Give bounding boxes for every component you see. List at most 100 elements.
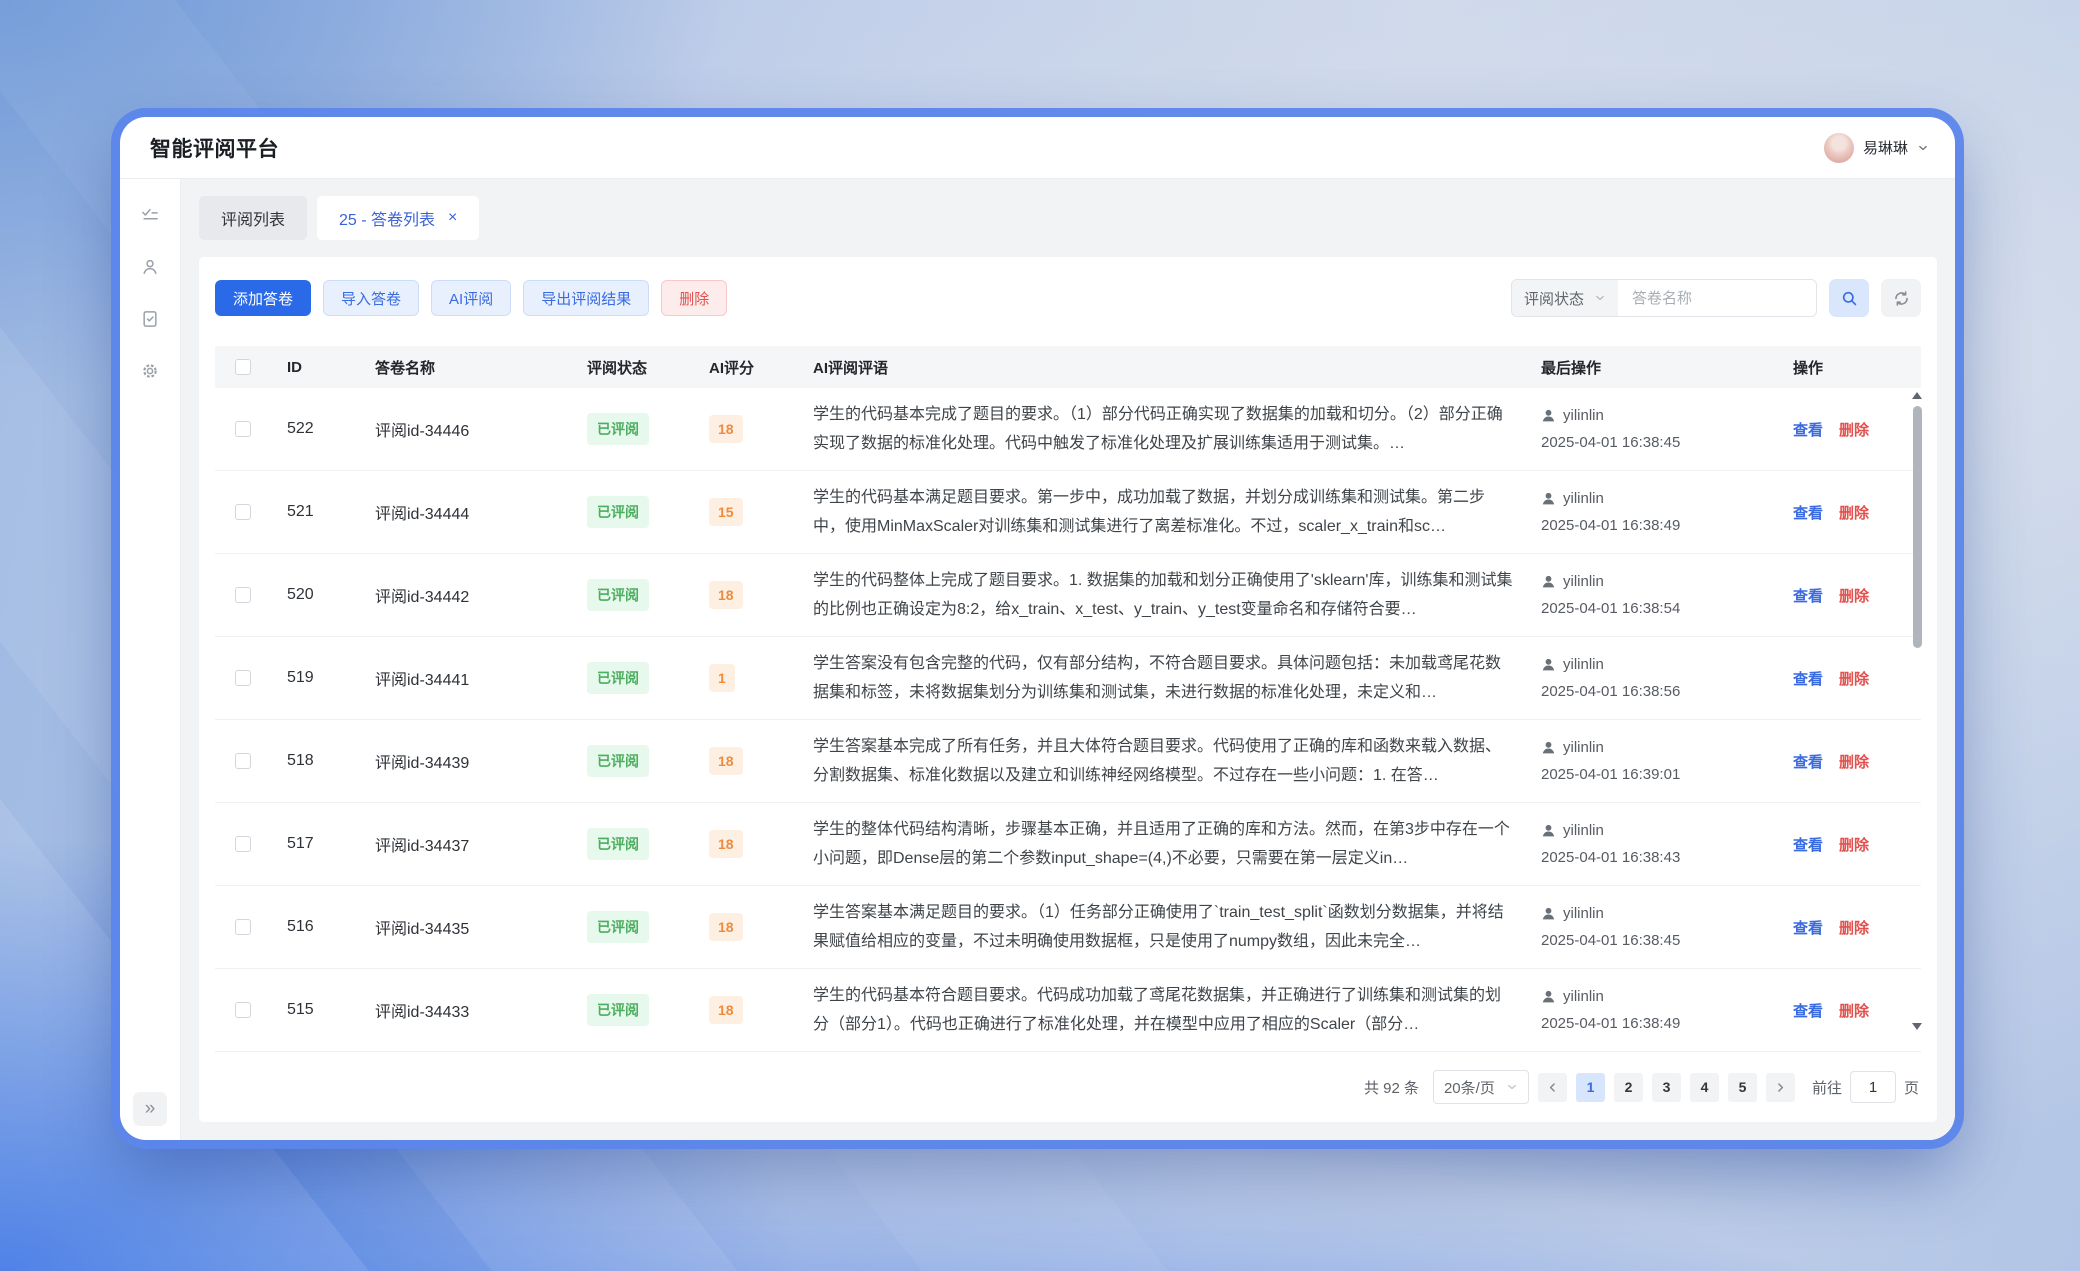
table-row: 522 评阅id-34446 已评阅 18 学生的代码基本完成了题目的要求。（1… bbox=[215, 388, 1921, 471]
review-status-select[interactable]: 评阅状态 bbox=[1512, 280, 1618, 316]
row-checkbox[interactable] bbox=[235, 753, 251, 769]
view-link[interactable]: 查看 bbox=[1793, 917, 1823, 938]
row-checkbox[interactable] bbox=[235, 1002, 251, 1018]
status-badge: 已评阅 bbox=[587, 994, 649, 1026]
row-id: 517 bbox=[271, 835, 375, 853]
table-scrollbar[interactable] bbox=[1911, 392, 1923, 1030]
row-checkbox[interactable] bbox=[235, 919, 251, 935]
delete-link[interactable]: 删除 bbox=[1839, 917, 1869, 938]
delete-link[interactable]: 删除 bbox=[1839, 1000, 1869, 1021]
close-icon[interactable]: × bbox=[448, 210, 457, 226]
row-comment: 学生的整体代码结构清晰，步骤基本正确，并且适用了正确的库和方法。然而，在第3步中… bbox=[813, 815, 1513, 873]
main-content: 评阅列表 25 - 答卷列表 × 添加答卷 导入答卷 AI评阅 导出评阅结果 删… bbox=[181, 179, 1955, 1140]
user-menu[interactable]: 易琳琳 bbox=[1824, 133, 1929, 163]
chevron-down-icon bbox=[1506, 1081, 1518, 1093]
score-badge: 18 bbox=[709, 581, 743, 609]
page-button-5[interactable]: 5 bbox=[1728, 1073, 1757, 1102]
score-badge: 1 bbox=[709, 664, 735, 692]
row-time: 2025-04-01 16:38:43 bbox=[1541, 844, 1793, 871]
sidebar-collapse-button[interactable]: » bbox=[133, 1092, 167, 1126]
delete-link[interactable]: 删除 bbox=[1839, 751, 1869, 772]
content-card: 添加答卷 导入答卷 AI评阅 导出评阅结果 删除 评阅状态 bbox=[199, 257, 1937, 1122]
scrollbar-thumb[interactable] bbox=[1913, 406, 1922, 648]
person-icon bbox=[1541, 657, 1556, 672]
row-comment: 学生答案基本满足题目的要求。（1）任务部分正确使用了`train_test_sp… bbox=[813, 898, 1513, 956]
tab-answer-sheets[interactable]: 25 - 答卷列表 × bbox=[317, 196, 479, 240]
import-answer-button[interactable]: 导入答卷 bbox=[323, 280, 419, 316]
status-badge: 已评阅 bbox=[587, 496, 649, 528]
status-badge: 已评阅 bbox=[587, 662, 649, 694]
status-badge: 已评阅 bbox=[587, 579, 649, 611]
table-header: ID 答卷名称 评阅状态 AI评分 AI评阅评语 最后操作 操作 bbox=[215, 346, 1921, 388]
row-operator: yilinlin bbox=[1563, 734, 1604, 761]
export-results-button[interactable]: 导出评阅结果 bbox=[523, 280, 649, 316]
view-link[interactable]: 查看 bbox=[1793, 751, 1823, 772]
row-comment: 学生的代码整体上完成了题目要求。1. 数据集的加载和划分正确使用了'sklear… bbox=[813, 566, 1513, 624]
column-header-name: 答卷名称 bbox=[375, 357, 587, 378]
scroll-down-arrow-icon[interactable] bbox=[1912, 1023, 1922, 1030]
ai-review-button[interactable]: AI评阅 bbox=[431, 280, 511, 316]
row-id: 519 bbox=[271, 669, 375, 687]
row-id: 518 bbox=[271, 752, 375, 770]
page-button-1[interactable]: 1 bbox=[1576, 1073, 1605, 1102]
select-all-checkbox[interactable] bbox=[235, 359, 251, 375]
view-link[interactable]: 查看 bbox=[1793, 502, 1823, 523]
view-link[interactable]: 查看 bbox=[1793, 1000, 1823, 1021]
row-checkbox[interactable] bbox=[235, 504, 251, 520]
view-link[interactable]: 查看 bbox=[1793, 585, 1823, 606]
row-time: 2025-04-01 16:39:01 bbox=[1541, 761, 1793, 788]
prev-page-button[interactable] bbox=[1538, 1073, 1567, 1102]
tab-review-list[interactable]: 评阅列表 bbox=[199, 196, 307, 240]
page-size-value: 20条/页 bbox=[1444, 1077, 1495, 1098]
search-button[interactable] bbox=[1829, 279, 1869, 317]
delete-link[interactable]: 删除 bbox=[1839, 419, 1869, 440]
refresh-button[interactable] bbox=[1881, 279, 1921, 317]
row-operator: yilinlin bbox=[1563, 402, 1604, 429]
page-button-3[interactable]: 3 bbox=[1652, 1073, 1681, 1102]
delete-link[interactable]: 删除 bbox=[1839, 834, 1869, 855]
answer-table: ID 答卷名称 评阅状态 AI评分 AI评阅评语 最后操作 操作 522 评阅i… bbox=[215, 346, 1921, 1044]
row-checkbox[interactable] bbox=[235, 587, 251, 603]
next-page-button[interactable] bbox=[1766, 1073, 1795, 1102]
view-link[interactable]: 查看 bbox=[1793, 668, 1823, 689]
row-name: 评阅id-34441 bbox=[375, 666, 587, 690]
user-name: 易琳琳 bbox=[1863, 137, 1908, 158]
delete-button[interactable]: 删除 bbox=[661, 280, 727, 316]
score-badge: 18 bbox=[709, 913, 743, 941]
tab-bar: 评阅列表 25 - 答卷列表 × bbox=[199, 196, 1937, 240]
row-checkbox[interactable] bbox=[235, 421, 251, 437]
page-size-select[interactable]: 20条/页 bbox=[1433, 1070, 1529, 1104]
row-operator: yilinlin bbox=[1563, 485, 1604, 512]
row-checkbox[interactable] bbox=[235, 836, 251, 852]
checklist-icon[interactable] bbox=[140, 205, 160, 225]
app-window: 智能评阅平台 易琳琳 bbox=[120, 117, 1955, 1140]
page-button-4[interactable]: 4 bbox=[1690, 1073, 1719, 1102]
chevron-right-icon bbox=[1774, 1081, 1787, 1094]
row-checkbox[interactable] bbox=[235, 670, 251, 686]
avatar[interactable] bbox=[1824, 133, 1854, 163]
scroll-up-arrow-icon[interactable] bbox=[1912, 392, 1922, 399]
view-link[interactable]: 查看 bbox=[1793, 419, 1823, 440]
row-id: 522 bbox=[271, 420, 375, 438]
page-button-2[interactable]: 2 bbox=[1614, 1073, 1643, 1102]
row-operator: yilinlin bbox=[1563, 568, 1604, 595]
delete-link[interactable]: 删除 bbox=[1839, 668, 1869, 689]
app-title: 智能评阅平台 bbox=[150, 133, 279, 163]
row-name: 评阅id-34444 bbox=[375, 500, 587, 524]
pagination: 共 92 条 20条/页 1 2 3 4 5 bbox=[217, 1070, 1919, 1104]
user-icon[interactable] bbox=[140, 257, 160, 277]
document-check-icon[interactable] bbox=[140, 309, 160, 329]
view-link[interactable]: 查看 bbox=[1793, 834, 1823, 855]
answer-name-input[interactable] bbox=[1618, 280, 1816, 316]
add-answer-button[interactable]: 添加答卷 bbox=[215, 280, 311, 316]
table-row: 519 评阅id-34441 已评阅 1 学生答案没有包含完整的代码，仅有部分结… bbox=[215, 637, 1921, 720]
gear-icon[interactable] bbox=[140, 361, 160, 381]
row-comment: 学生的代码基本符合题目要求。代码成功加载了鸢尾花数据集，并正确进行了训练集和测试… bbox=[813, 981, 1513, 1039]
goto-suffix: 页 bbox=[1904, 1077, 1919, 1098]
tab-label: 25 - 答卷列表 bbox=[339, 206, 435, 230]
goto-page-input[interactable] bbox=[1850, 1071, 1896, 1103]
row-id: 520 bbox=[271, 586, 375, 604]
row-id: 515 bbox=[271, 1001, 375, 1019]
delete-link[interactable]: 删除 bbox=[1839, 585, 1869, 606]
delete-link[interactable]: 删除 bbox=[1839, 502, 1869, 523]
